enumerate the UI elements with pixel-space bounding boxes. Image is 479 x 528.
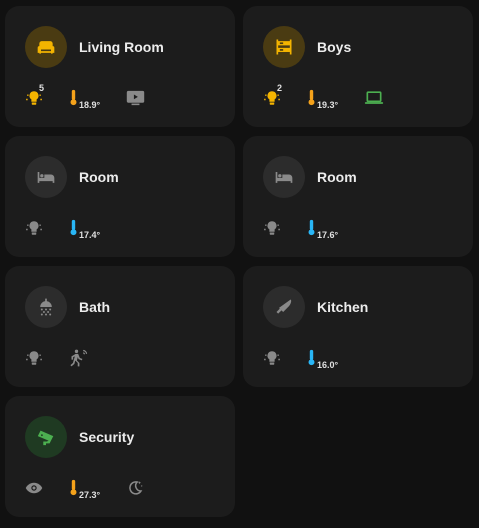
- moon-icon[interactable]: [126, 479, 144, 502]
- sofa-icon: [25, 26, 67, 68]
- card-title: Room: [79, 169, 119, 185]
- lights-indicator[interactable]: 5: [25, 83, 44, 112]
- card-title: Room: [317, 169, 357, 185]
- card-title: Bath: [79, 299, 111, 315]
- thermometer-icon: [307, 219, 316, 241]
- lightbulb-group-icon[interactable]: [263, 349, 281, 372]
- temperature-value: 19.3°: [317, 100, 339, 110]
- room-card-bath[interactable]: Bath: [5, 266, 235, 387]
- room-card-boys[interactable]: Boys 2 19.3°: [243, 6, 473, 127]
- card-title: Boys: [317, 39, 352, 55]
- room-grid: Living Room 5 18.9° Boys 2 19.3° Room 17…: [0, 0, 479, 528]
- room-card-room-1[interactable]: Room 17.4°: [5, 136, 235, 257]
- room-card-security[interactable]: Security 27.3°: [5, 396, 235, 517]
- room-card-living-room[interactable]: Living Room 5 18.9°: [5, 6, 235, 127]
- lightbulb-group-icon[interactable]: [263, 219, 281, 242]
- temperature-reading: 19.3°: [307, 89, 338, 111]
- card-title: Kitchen: [317, 299, 369, 315]
- card-title: Security: [79, 429, 135, 445]
- temperature-reading: 27.3°: [69, 479, 100, 501]
- tv-icon[interactable]: [126, 90, 145, 111]
- bed-icon: [263, 156, 305, 198]
- temperature-reading: 17.4°: [69, 219, 100, 241]
- temperature-reading: 17.6°: [307, 219, 338, 241]
- shower-icon: [25, 286, 67, 328]
- lights-indicator[interactable]: 2: [263, 83, 282, 112]
- thermometer-icon: [69, 89, 78, 111]
- temperature-value: 18.9°: [79, 100, 101, 110]
- bunk-bed-icon: [263, 26, 305, 68]
- thermometer-icon: [69, 479, 78, 501]
- temperature-value: 17.6°: [317, 230, 339, 240]
- lightbulb-group-icon[interactable]: [25, 349, 43, 372]
- temperature-value: 17.4°: [79, 230, 101, 240]
- temperature-value: 27.3°: [79, 490, 101, 500]
- cctv-icon: [25, 416, 67, 458]
- motion-sensor-icon[interactable]: [69, 348, 89, 373]
- lights-on-count: 2: [277, 82, 283, 93]
- bed-icon: [25, 156, 67, 198]
- temperature-reading: 18.9°: [69, 89, 100, 111]
- room-card-room-2[interactable]: Room 17.6°: [243, 136, 473, 257]
- thermometer-icon: [307, 89, 316, 111]
- temperature-value: 16.0°: [317, 360, 339, 370]
- laptop-icon[interactable]: [364, 90, 384, 111]
- thermometer-icon: [307, 349, 316, 371]
- lightbulb-group-icon[interactable]: [25, 219, 43, 242]
- room-card-kitchen[interactable]: Kitchen 16.0°: [243, 266, 473, 387]
- card-title: Living Room: [79, 39, 164, 55]
- lights-on-count: 5: [39, 82, 45, 93]
- thermometer-icon: [69, 219, 78, 241]
- knife-icon: [263, 286, 305, 328]
- eye-icon[interactable]: [25, 481, 43, 500]
- temperature-reading: 16.0°: [307, 349, 338, 371]
